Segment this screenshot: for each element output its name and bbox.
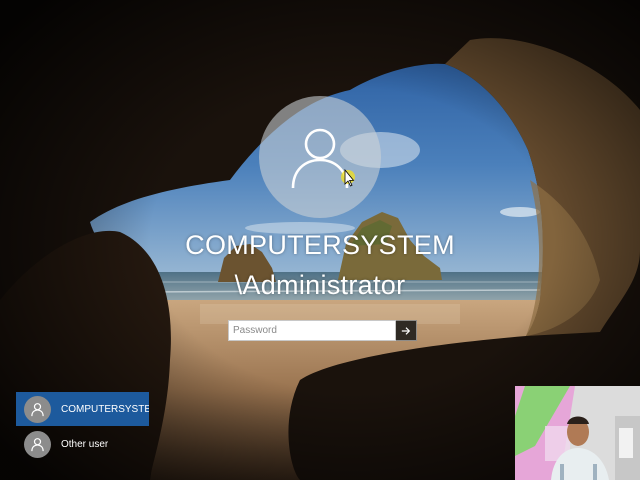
password-input[interactable]: [228, 320, 396, 341]
switcher-item-label: Other user: [61, 438, 109, 450]
user-icon: [31, 402, 44, 416]
switcher-item-other-user[interactable]: Other user: [16, 427, 149, 461]
switcher-item-label: COMPUTERSYSTE...: [61, 403, 149, 415]
mouse-pointer-icon: [341, 168, 355, 187]
user-name-account: \Administrator: [234, 270, 406, 300]
user-switcher: COMPUTERSYSTE... Other user: [16, 392, 149, 461]
arrow-right-icon: [401, 326, 411, 335]
webcam-overlay: [515, 386, 640, 480]
user-avatar: [259, 96, 381, 218]
user-icon: [31, 437, 44, 451]
password-row: [228, 320, 417, 341]
submit-button[interactable]: [396, 320, 417, 341]
lock-screen: COMPUTERSYSTEM \Administrator COMPUTERSY…: [0, 0, 640, 480]
switcher-avatar: [24, 395, 51, 423]
user-name-domain: COMPUTERSYSTEM: [185, 230, 455, 260]
switcher-item-current-user[interactable]: COMPUTERSYSTE...: [16, 392, 149, 426]
webcam-feed: [515, 386, 640, 480]
switcher-avatar: [24, 430, 51, 458]
